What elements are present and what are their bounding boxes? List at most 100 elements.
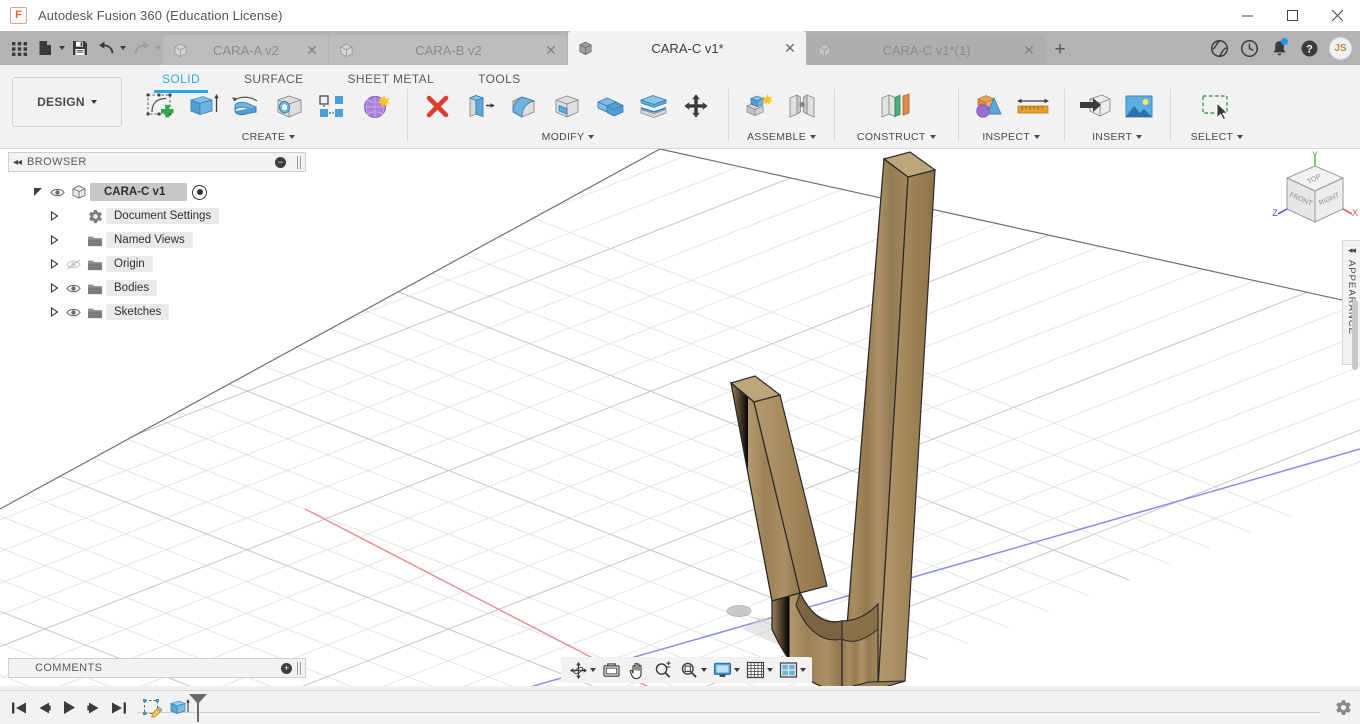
fit-button[interactable]: [676, 658, 709, 682]
expand-arrow-icon[interactable]: [46, 259, 62, 269]
shell-icon[interactable]: [547, 87, 589, 127]
orbit-caret-icon[interactable]: [590, 668, 596, 672]
split-body-icon[interactable]: [633, 87, 675, 127]
appearance-collapse-icon[interactable]: ◂◂: [1348, 245, 1356, 256]
expand-arrow-icon[interactable]: [46, 307, 62, 317]
ribbon-group-label-assemble[interactable]: ASSEMBLE: [739, 129, 824, 145]
expand-arrow-icon[interactable]: [46, 235, 62, 245]
orbit-button[interactable]: [565, 658, 598, 682]
document-tab-close-icon[interactable]: ✕: [782, 41, 798, 55]
display-settings-button[interactable]: [709, 658, 742, 682]
grid-snaps-button[interactable]: [742, 658, 775, 682]
browser-collapse-icon[interactable]: ◂◂: [13, 157, 22, 168]
user-avatar[interactable]: JS: [1329, 36, 1352, 60]
document-tab-cara-a[interactable]: CARA-A v2 ✕: [163, 35, 328, 65]
timeline-step-forward-button[interactable]: [81, 693, 106, 723]
tree-item-document-settings[interactable]: Document Settings: [8, 204, 306, 228]
canvas-image-icon[interactable]: [1118, 87, 1160, 127]
close-button[interactable]: [1315, 0, 1360, 31]
zoom-button[interactable]: [650, 658, 676, 682]
add-comment-icon[interactable]: +: [281, 662, 292, 674]
viewports-caret-icon[interactable]: [800, 668, 806, 672]
save-button[interactable]: [67, 35, 93, 61]
fillet-icon[interactable]: [504, 87, 546, 127]
revolve-icon[interactable]: [226, 87, 268, 127]
tree-item-origin[interactable]: Origin: [8, 252, 306, 276]
joint-icon[interactable]: [782, 87, 824, 127]
timeline-go-to-beginning-button[interactable]: [6, 693, 31, 723]
visibility-eye-off-icon[interactable]: [62, 259, 84, 270]
hole-icon[interactable]: [269, 87, 311, 127]
redo-button[interactable]: [128, 35, 154, 61]
tree-item-bodies[interactable]: Bodies: [8, 276, 306, 300]
rectangular-pattern-icon[interactable]: [312, 87, 354, 127]
timeline-settings-button[interactable]: [1326, 699, 1360, 716]
ribbon-group-label-create[interactable]: CREATE: [140, 129, 397, 145]
undo-button[interactable]: [93, 35, 119, 61]
model-body-cara-c[interactable]: [729, 151, 937, 686]
tree-item-cara-c[interactable]: CARA-C v1: [8, 180, 306, 204]
create-sketch-icon[interactable]: [140, 87, 182, 127]
create-form-icon[interactable]: [355, 87, 397, 127]
data-panel-icon[interactable]: [1204, 33, 1234, 63]
new-tab-button[interactable]: +: [1046, 35, 1074, 65]
expand-arrow-icon[interactable]: [30, 187, 46, 197]
view-cube[interactable]: TOP FRONT RIGHT Y Z X: [1270, 150, 1360, 245]
redo-caret-icon[interactable]: [155, 46, 161, 50]
undo-caret-icon[interactable]: [120, 46, 126, 50]
new-document-caret-icon[interactable]: [59, 46, 65, 50]
minimize-button[interactable]: [1225, 0, 1270, 31]
document-tab-cara-b[interactable]: CARA-B v2 ✕: [329, 35, 567, 65]
new-component-icon[interactable]: [739, 87, 781, 127]
timeline-playhead[interactable]: [187, 693, 209, 723]
ribbon-group-label-insert[interactable]: INSERT: [1075, 129, 1160, 145]
app-grid-button[interactable]: [6, 35, 32, 61]
combine-icon[interactable]: [590, 87, 632, 127]
notifications-bell-icon[interactable]: [1264, 33, 1294, 63]
document-tab-close-icon[interactable]: ✕: [543, 43, 559, 57]
expand-arrow-icon[interactable]: [46, 283, 62, 293]
ribbon-group-label-inspect[interactable]: INSPECT: [969, 129, 1054, 145]
browser-resize-grip[interactable]: [297, 155, 301, 169]
measure-icon[interactable]: [1012, 87, 1054, 127]
document-tab-cara-c-copy[interactable]: CARA-C v1*(1) ✕: [807, 35, 1045, 65]
timeline-step-back-button[interactable]: [31, 693, 56, 723]
timeline-feature-sketch[interactable]: [139, 695, 165, 721]
interference-icon[interactable]: [969, 87, 1011, 127]
activate-component-radio[interactable]: [192, 184, 208, 200]
ribbon-group-label-modify[interactable]: MODIFY: [418, 129, 718, 145]
ribbon-group-label-construct[interactable]: CONSTRUCT: [857, 129, 936, 145]
tree-item-named-views[interactable]: Named Views: [8, 228, 306, 252]
extrude-icon[interactable]: [183, 87, 225, 127]
document-tab-close-icon[interactable]: ✕: [304, 43, 320, 57]
new-document-button[interactable]: [32, 35, 58, 61]
delete-icon[interactable]: [418, 87, 460, 127]
document-tab-cara-c[interactable]: CARA-C v1* ✕: [568, 31, 806, 65]
look-at-button[interactable]: [598, 658, 624, 682]
fit-caret-icon[interactable]: [701, 668, 707, 672]
offset-plane-icon[interactable]: [875, 87, 917, 127]
visibility-eye-icon[interactable]: [62, 307, 84, 318]
viewport-scrollbar[interactable]: [1352, 300, 1358, 370]
select-window-icon[interactable]: [1196, 87, 1238, 127]
timeline-go-to-end-button[interactable]: [106, 693, 131, 723]
document-tab-close-icon[interactable]: ✕: [1021, 43, 1037, 57]
tree-item-sketches[interactable]: Sketches: [8, 300, 306, 324]
recent-activity-icon[interactable]: [1234, 33, 1264, 63]
origin-point[interactable]: [726, 605, 752, 617]
help-icon[interactable]: ?: [1294, 33, 1324, 63]
visibility-eye-icon[interactable]: [62, 283, 84, 294]
viewports-button[interactable]: [775, 658, 808, 682]
maximize-button[interactable]: [1270, 0, 1315, 31]
move-copy-icon[interactable]: [676, 87, 718, 127]
insert-derive-icon[interactable]: [1075, 87, 1117, 127]
workspace-switcher-button[interactable]: DESIGN: [12, 77, 122, 127]
expand-arrow-icon[interactable]: [46, 211, 62, 221]
ribbon-group-label-select[interactable]: SELECT: [1191, 129, 1244, 145]
press-pull-icon[interactable]: [461, 87, 503, 127]
timeline-play-button[interactable]: [56, 693, 81, 723]
display-settings-caret-icon[interactable]: [734, 668, 740, 672]
grid-snaps-caret-icon[interactable]: [767, 668, 773, 672]
visibility-eye-icon[interactable]: [46, 187, 68, 198]
browser-minimize-icon[interactable]: −: [275, 156, 286, 168]
